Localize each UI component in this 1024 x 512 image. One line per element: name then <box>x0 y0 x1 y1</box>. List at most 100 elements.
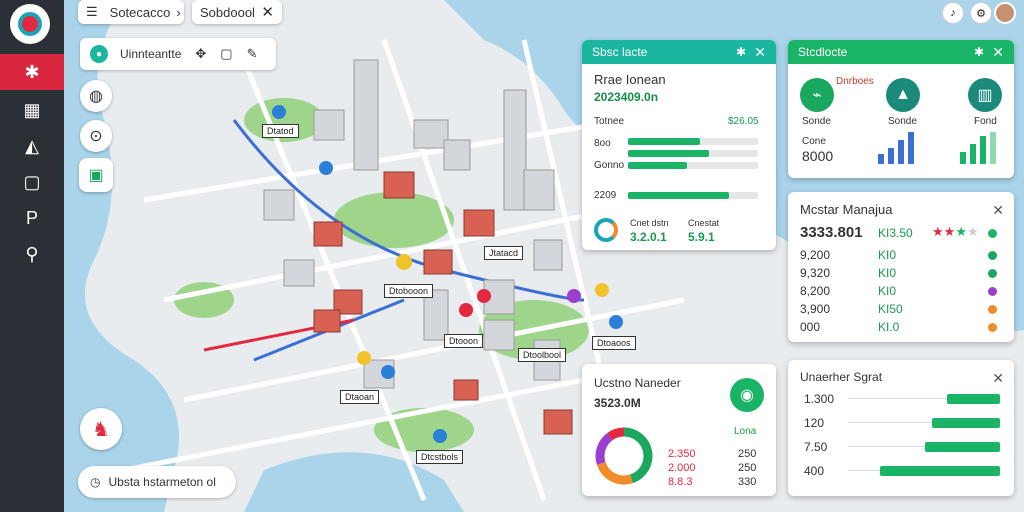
stats-panel: Stcdlocte ✱ ✕ Dnrboes ⌁ ▲ ▥ Sonde Sonde … <box>788 40 1014 178</box>
mini-bar-chart <box>960 132 1000 164</box>
stat-icon-2[interactable]: ▲ <box>886 78 920 112</box>
rail-item-search[interactable]: ⚲ <box>0 236 64 272</box>
grid-icon: ▦ <box>23 99 41 120</box>
rail-item-layers[interactable]: ◭ <box>0 128 64 164</box>
market-unit: KI3.50 <box>878 226 913 240</box>
avatar[interactable] <box>994 2 1016 24</box>
traffic-row-value: $26.05 <box>728 116 759 127</box>
map-label[interactable]: Dtoaoos <box>592 336 636 350</box>
search-bar[interactable]: ☰ Sotecacco › <box>78 0 184 24</box>
map-label[interactable]: Dtaoan <box>340 390 380 404</box>
left-rail: ✱ ▦ ◭ ▢ P ⚲ <box>0 0 64 512</box>
market-row-b: KI50 <box>878 302 903 316</box>
progress-bar <box>628 192 729 199</box>
bus-icon: ▣ <box>88 167 104 184</box>
status-dot <box>988 287 997 296</box>
traffic-value: 2023409.0n <box>594 90 659 104</box>
pin-icon: ● <box>90 45 108 63</box>
speed-bar <box>880 466 1000 476</box>
stat-icon-label: Sonde <box>888 116 917 127</box>
star-rating: ★★★★ <box>932 224 979 240</box>
compass-icon: ◍ <box>89 88 103 105</box>
compass-button[interactable]: ◍ <box>80 80 112 112</box>
donut-slice <box>623 427 653 484</box>
volume-row-a: 2.350 <box>668 448 696 460</box>
progress-bar <box>628 138 700 145</box>
close-icon[interactable]: ✕ <box>261 3 274 21</box>
locate-icon: ⊙ <box>89 128 103 145</box>
footer-right-label: Cnestat <box>688 218 720 228</box>
settings-icon[interactable]: ✱ <box>736 45 746 59</box>
selected-filter[interactable]: Sobdoool ✕ <box>192 0 282 24</box>
bus-button[interactable]: ▣ <box>79 158 113 192</box>
map-label[interactable]: Dtcstbols <box>416 450 464 464</box>
market-value: 3333.801 <box>800 224 863 241</box>
rail-item-grid[interactable]: ▦ <box>0 92 64 128</box>
market-title: Mcstar Manajua <box>800 202 893 217</box>
map-label[interactable]: Jtatacd <box>484 246 524 260</box>
speed-bar <box>925 442 1000 452</box>
stat-icon-1[interactable]: ⌁ <box>800 78 834 112</box>
locate-button[interactable]: ⊙ <box>80 120 112 152</box>
donut-slice <box>607 427 625 441</box>
stat-icon-label: Fond <box>974 116 997 127</box>
square-tool-icon[interactable]: ▢ <box>220 46 232 62</box>
market-row-b: KI.0 <box>878 320 900 334</box>
traffic-row-label: 2209 <box>594 190 617 201</box>
traffic-panel-header: Sbsc lacte ✱ ✕ <box>582 40 776 64</box>
draw-icon[interactable]: ✎ <box>247 46 258 62</box>
market-row-a: 8,200 <box>800 284 831 298</box>
route-icon: ♞ <box>92 418 110 441</box>
mini-bar-chart <box>878 132 918 164</box>
speed-title: Unaerher Sgrat <box>800 370 883 384</box>
stat-icon-3[interactable]: ▥ <box>968 78 1002 112</box>
map-label[interactable]: Dtobooon <box>384 284 434 298</box>
speed-row-label: 400 <box>804 464 825 478</box>
rail-item-square[interactable]: ▢ <box>0 164 64 200</box>
settings-button[interactable]: ⚙ <box>970 2 992 24</box>
app-logo <box>10 4 50 44</box>
volume-row-a: 2.000 <box>668 462 696 474</box>
mini-bar <box>990 132 996 164</box>
footer-right-value: 5.9.1 <box>688 230 715 244</box>
close-icon[interactable]: ✕ <box>992 44 1004 61</box>
volume-action-button[interactable]: ◉ <box>730 378 764 412</box>
triangle-icon: ▲ <box>895 86 911 103</box>
mini-bar <box>960 152 966 164</box>
search-label: Sotecacco <box>109 4 171 20</box>
layers-label: Uinnteantte <box>120 47 182 61</box>
star-icon: ★ <box>932 224 944 239</box>
logo-mark-icon <box>18 12 42 36</box>
map-label[interactable]: Dtooon <box>444 334 484 348</box>
market-row-b: KI0 <box>878 266 897 280</box>
close-icon[interactable]: ✕ <box>992 202 1004 219</box>
stats-tab[interactable]: Stcdlocte <box>798 45 847 59</box>
speed-row-label: 120 <box>804 416 825 430</box>
volume-value: 3523.0M <box>594 396 641 410</box>
progress-bar <box>628 150 709 157</box>
close-icon[interactable]: ✕ <box>992 370 1004 387</box>
close-icon[interactable]: ✕ <box>754 44 766 61</box>
rail-item-parking[interactable]: P <box>0 200 64 236</box>
speed-panel: Unaerher Sgrat ✕ 1.300 120 7.50 400 <box>788 360 1014 496</box>
move-icon[interactable]: ✥ <box>195 46 206 62</box>
settings-icon[interactable]: ✱ <box>974 45 984 59</box>
market-row-a: 3,900 <box>800 302 831 316</box>
gear-icon: ⚙ <box>976 7 986 20</box>
donut-slice <box>596 461 633 485</box>
speed-bar <box>932 418 1000 428</box>
status-dot <box>988 229 997 238</box>
volume-row-b: 330 <box>738 476 757 488</box>
route-button[interactable]: ♞ <box>80 408 122 450</box>
mini-bar <box>908 132 914 164</box>
traffic-tab[interactable]: Sbsc lacte <box>592 45 647 59</box>
bottom-search[interactable]: ◷ Ubsta hstarmeton ol <box>78 466 236 498</box>
layer-toolbar: ● Uinnteantte ✥ ▢ ✎ <box>80 38 276 70</box>
stats-heading: Dnrboes <box>836 76 874 87</box>
rail-item-home[interactable]: ✱ <box>0 54 64 90</box>
notifications-button[interactable]: ♪ <box>942 2 964 24</box>
market-row-b: KI0 <box>878 248 897 262</box>
footer-left-value: 3.2.0.1 <box>630 230 667 244</box>
map-label[interactable]: Dtatod <box>262 124 299 138</box>
map-label[interactable]: Dtoolbool <box>518 348 567 362</box>
